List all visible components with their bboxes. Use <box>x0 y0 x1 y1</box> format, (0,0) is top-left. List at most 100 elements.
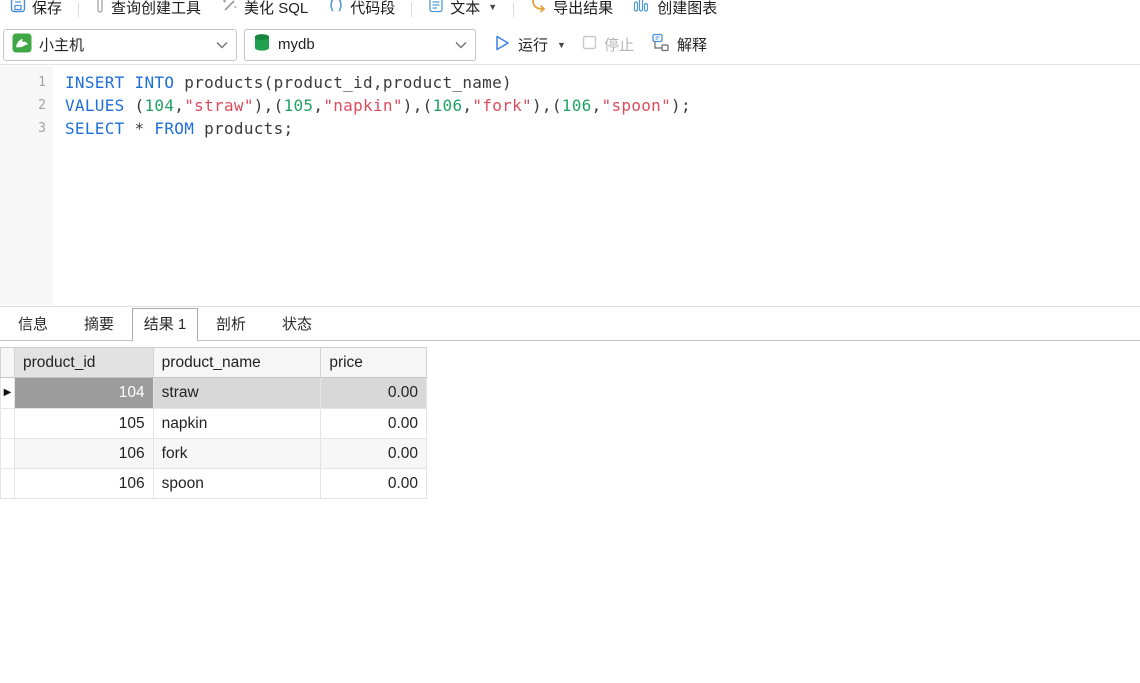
sql-token-plain: ),( <box>403 96 433 115</box>
cell-price[interactable]: 0.00 <box>321 378 427 409</box>
explain-label: 解释 <box>677 34 707 55</box>
database-icon <box>253 33 271 57</box>
column-header-price[interactable]: price <box>321 348 427 378</box>
result-grid-header: product_idproduct_nameprice <box>1 348 427 378</box>
explain-button[interactable]: 解释 <box>642 29 715 61</box>
cell-product-name[interactable]: straw <box>153 378 321 409</box>
stop-label: 停止 <box>604 34 634 55</box>
cell-product-id[interactable]: 104 <box>15 378 154 409</box>
explain-plan-icon <box>650 33 670 56</box>
table-row[interactable]: ▶104straw0.00 <box>1 378 427 409</box>
database-name: mydb <box>278 36 315 53</box>
cell-product-id[interactable]: 105 <box>15 409 154 439</box>
toolbar-separator <box>513 3 514 17</box>
connection-select[interactable]: 小主机 <box>3 29 237 61</box>
text-view-button[interactable]: 文本 ▼ <box>418 0 507 17</box>
sql-token-plain: ),( <box>532 96 562 115</box>
table-row[interactable]: 105napkin0.00 <box>1 409 427 439</box>
sql-token-plain: , <box>462 96 472 115</box>
sql-token-plain: * <box>125 119 155 138</box>
line-number: 1 <box>0 71 53 94</box>
code-snippet-button[interactable]: 代码段 <box>318 0 405 17</box>
magic-wand-icon <box>221 0 238 17</box>
navicat-query-window: 保存 查询创建工具 美化 SQL 代码段 文本 ▼ <box>0 0 1140 683</box>
cell-price[interactable]: 0.00 <box>321 439 427 469</box>
sql-token-num: 106 <box>433 96 463 115</box>
main-toolbar: 保存 查询创建工具 美化 SQL 代码段 文本 ▼ <box>0 0 1140 20</box>
text-lines-icon <box>428 0 444 17</box>
sql-editor[interactable]: 123 INSERT INTO products(product_id,prod… <box>0 66 1140 305</box>
code-snippet-label: 代码段 <box>350 0 395 18</box>
cell-product-id[interactable]: 106 <box>15 439 154 469</box>
code-line[interactable]: INSERT INTO products(product_id,product_… <box>65 71 1140 94</box>
code-line[interactable]: SELECT * FROM products; <box>65 117 1140 140</box>
stop-button: 停止 <box>574 29 642 61</box>
results-tab-bar: 信息摘要结果 1剖析状态 <box>0 306 1140 341</box>
text-view-label: 文本 <box>450 0 480 18</box>
mysql-connection-icon <box>12 33 32 57</box>
toolbar-separator <box>411 3 412 17</box>
query-builder-label: 查询创建工具 <box>111 0 201 18</box>
line-number: 3 <box>0 117 53 140</box>
beautify-sql-label: 美化 SQL <box>244 0 308 18</box>
tab-结果 1[interactable]: 结果 1 <box>132 308 198 341</box>
bar-chart-icon <box>633 0 651 17</box>
result-grid: product_idproduct_nameprice ▶104straw0.0… <box>0 347 427 499</box>
tab-状态[interactable]: 状态 <box>264 310 330 340</box>
create-chart-label: 创建图表 <box>657 0 717 18</box>
sql-token-str: "fork" <box>472 96 532 115</box>
chevron-down-icon: ▼ <box>557 40 566 50</box>
cell-product-name[interactable]: napkin <box>153 409 321 439</box>
code-line[interactable]: VALUES (104,"straw"),(105,"napkin"),(106… <box>65 94 1140 117</box>
beautify-sql-button[interactable]: 美化 SQL <box>211 0 318 17</box>
toolbar-separator <box>78 3 79 17</box>
save-button[interactable]: 保存 <box>0 0 72 17</box>
sql-token-plain: , <box>174 96 184 115</box>
chevron-down-icon <box>216 36 228 53</box>
save-label: 保存 <box>32 0 62 18</box>
table-row[interactable]: 106spoon0.00 <box>1 469 427 499</box>
query-builder-button[interactable]: 查询创建工具 <box>85 0 211 17</box>
line-number-gutter: 123 <box>0 66 53 305</box>
database-select[interactable]: mydb <box>244 29 476 61</box>
run-label: 运行 <box>518 34 548 55</box>
chevron-down-icon <box>455 36 467 53</box>
sql-token-plain: ),( <box>254 96 284 115</box>
cell-product-id[interactable]: 106 <box>15 469 154 499</box>
sql-token-plain: ( <box>135 96 145 115</box>
column-header-product_name[interactable]: product_name <box>153 348 321 378</box>
sql-token-plain: , <box>592 96 602 115</box>
sql-token-num: 106 <box>562 96 592 115</box>
sql-token-str: "spoon" <box>602 96 672 115</box>
cell-product-name[interactable]: fork <box>153 439 321 469</box>
cell-product-name[interactable]: spoon <box>153 469 321 499</box>
sql-token-plain: , <box>313 96 323 115</box>
cell-price[interactable]: 0.00 <box>321 409 427 439</box>
sql-token-kw: FROM <box>154 119 194 138</box>
sql-token-plain: ); <box>671 96 691 115</box>
connection-name: 小主机 <box>39 34 84 55</box>
run-button[interactable]: 运行 ▼ <box>486 29 574 61</box>
tab-剖析[interactable]: 剖析 <box>198 310 264 340</box>
create-chart-button[interactable]: 创建图表 <box>623 0 727 17</box>
sql-token-kw: INSERT INTO <box>65 73 174 92</box>
run-play-icon <box>494 34 511 56</box>
export-arrow-icon <box>530 0 547 17</box>
table-row[interactable]: 106fork0.00 <box>1 439 427 469</box>
sql-token-str: "napkin" <box>323 96 402 115</box>
cell-price[interactable]: 0.00 <box>321 469 427 499</box>
sql-token-plain: products; <box>194 119 293 138</box>
current-row-marker-icon: ▶ <box>4 387 12 398</box>
tab-信息[interactable]: 信息 <box>0 310 66 340</box>
export-results-button[interactable]: 导出结果 <box>520 0 623 17</box>
sql-token-plain: products(product_id,product_name) <box>174 73 512 92</box>
column-header-product_id[interactable]: product_id <box>15 348 154 378</box>
sql-token-kw: SELECT <box>65 119 125 138</box>
tab-摘要[interactable]: 摘要 <box>66 310 132 340</box>
sql-token-num: 104 <box>144 96 174 115</box>
result-grid-body: ▶104straw0.00105napkin0.00106fork0.00106… <box>1 378 427 499</box>
export-results-label: 导出结果 <box>553 0 613 18</box>
sql-token-str: "straw" <box>184 96 254 115</box>
row-indicator-cell <box>1 469 15 499</box>
sql-code-area[interactable]: INSERT INTO products(product_id,product_… <box>53 66 1140 305</box>
